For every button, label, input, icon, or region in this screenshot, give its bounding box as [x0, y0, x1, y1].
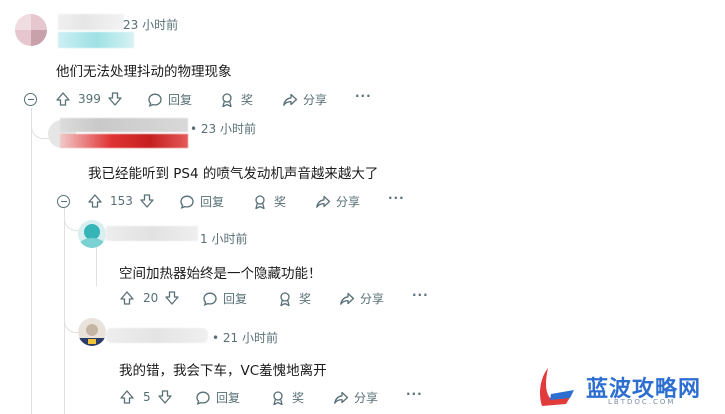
more-options-button[interactable]: ··· [355, 89, 372, 103]
more-label: ··· [412, 288, 429, 302]
reply-label: 回复 [216, 391, 241, 405]
upvote-icon[interactable] [119, 290, 135, 306]
award-button[interactable]: 奖 [252, 193, 286, 210]
comment-text: 空间加热器始终是一个隐藏功能！ [119, 266, 322, 282]
share-button[interactable]: 分享 [315, 193, 360, 210]
avatar[interactable] [15, 14, 47, 46]
upvote-icon[interactable] [119, 389, 135, 405]
vote-count: 399 [78, 92, 101, 106]
flair-redacted [58, 32, 134, 48]
vote-count: 153 [110, 194, 133, 208]
comment-bubble-icon [179, 194, 195, 210]
reply-label: 回复 [223, 292, 248, 306]
downvote-icon[interactable] [107, 91, 123, 107]
watermark-subtitle: LBTDOC.COM [608, 398, 676, 406]
share-button[interactable]: 分享 [282, 91, 327, 108]
downvote-icon[interactable] [164, 290, 180, 306]
watermark-logo-icon [536, 364, 582, 410]
award-icon [270, 390, 286, 406]
share-label: 分享 [336, 195, 361, 209]
more-label: ··· [355, 89, 372, 103]
username-redacted[interactable] [106, 226, 198, 241]
award-icon [252, 194, 268, 210]
reply-button[interactable]: 回复 [147, 91, 192, 108]
share-icon [339, 291, 355, 307]
more-label: ··· [388, 191, 405, 205]
comment-time: 1 小时前 [200, 232, 248, 246]
award-label: 奖 [241, 93, 254, 107]
reply-button[interactable]: 回复 [195, 389, 240, 406]
upvote-icon[interactable] [87, 193, 103, 209]
award-label: 奖 [274, 195, 287, 209]
upvote-icon[interactable] [55, 91, 71, 107]
reply-label: 回复 [200, 195, 225, 209]
comment-bubble-icon [202, 291, 218, 307]
share-button[interactable]: 分享 [339, 290, 384, 307]
username-redacted[interactable] [60, 118, 188, 132]
vote-count: 20 [143, 291, 159, 305]
more-options-button[interactable]: ··· [412, 288, 429, 302]
comment-text: 他们无法处理抖动的物理现象 [56, 64, 232, 80]
more-options-button[interactable]: ··· [406, 387, 423, 401]
comment-bubble-icon [147, 92, 163, 108]
avatar[interactable] [78, 318, 106, 346]
downvote-icon[interactable] [139, 193, 155, 209]
flair-redacted [60, 134, 188, 148]
reply-button[interactable]: 回复 [179, 193, 224, 210]
collapse-icon[interactable] [57, 195, 70, 208]
vote-group: 153 [87, 193, 155, 209]
share-icon [315, 194, 331, 210]
avatar[interactable] [78, 220, 106, 248]
vote-group: 399 [55, 91, 123, 107]
share-label: 分享 [360, 292, 385, 306]
reply-button[interactable]: 回复 [202, 290, 247, 307]
downvote-icon[interactable] [157, 389, 173, 405]
share-button[interactable]: 分享 [333, 389, 378, 406]
comment-text: 我的错，我会下车，VC羞愧地离开 [119, 363, 327, 379]
reply-label: 回复 [168, 93, 193, 107]
award-button[interactable]: 奖 [277, 290, 311, 307]
thread-line-level1 [31, 108, 32, 414]
award-button[interactable]: 奖 [219, 91, 253, 108]
comment-time: • 21 小时前 [212, 331, 278, 345]
more-options-button[interactable]: ··· [388, 191, 405, 205]
comment-time: • 23 小时前 [190, 122, 256, 136]
vote-group: 20 [119, 290, 180, 306]
award-label: 奖 [299, 292, 312, 306]
award-icon [277, 291, 293, 307]
collapse-icon[interactable] [24, 93, 37, 106]
comment-text: 我已经能听到 PS4 的喷气发动机声音越来越大了 [88, 166, 379, 182]
share-icon [282, 92, 298, 108]
vote-group: 5 [119, 389, 173, 405]
username-redacted[interactable] [106, 328, 208, 343]
thread-line-level3 [96, 246, 97, 286]
award-label: 奖 [292, 391, 305, 405]
share-label: 分享 [354, 391, 379, 405]
comment-time: 23 小时前 [123, 18, 179, 32]
award-icon [219, 92, 235, 108]
share-icon [333, 390, 349, 406]
more-label: ··· [406, 387, 423, 401]
share-label: 分享 [303, 93, 328, 107]
award-button[interactable]: 奖 [270, 389, 304, 406]
comment-bubble-icon [195, 390, 211, 406]
vote-count: 5 [143, 390, 151, 404]
username-redacted[interactable] [58, 14, 124, 30]
